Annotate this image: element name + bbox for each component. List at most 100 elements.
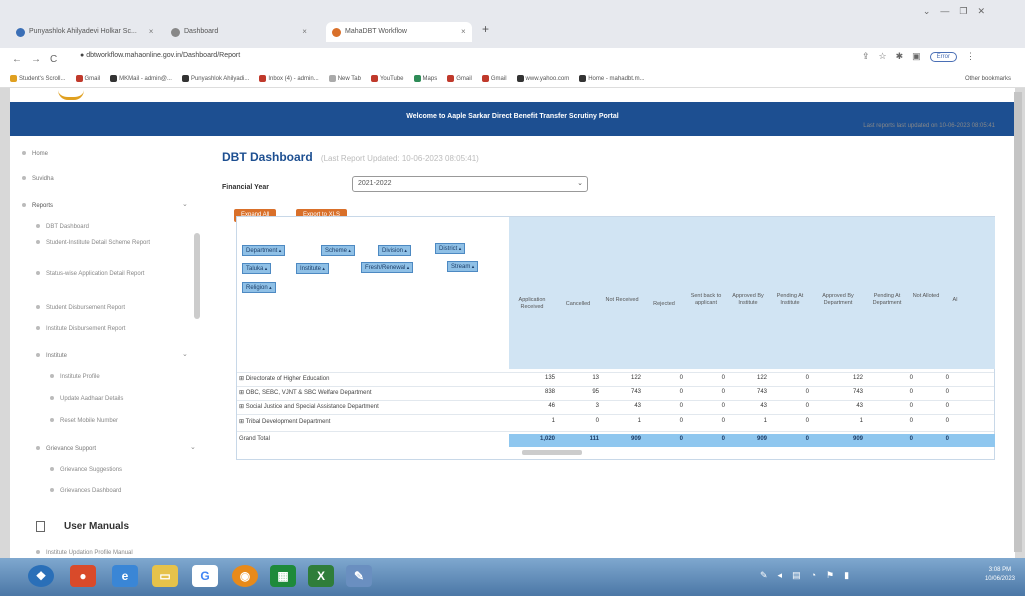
star-icon[interactable]: ☆ bbox=[879, 51, 887, 62]
bookmark-item[interactable]: Gmail bbox=[447, 74, 472, 82]
pen-icon[interactable]: ✎ bbox=[760, 570, 768, 581]
tab-3[interactable]: MahaDBT Workflow × bbox=[326, 22, 472, 42]
field-chip-division[interactable]: Division bbox=[378, 245, 411, 256]
field-chip-department[interactable]: Department bbox=[242, 245, 286, 256]
bookmark-item[interactable]: Student's Scroll... bbox=[10, 74, 66, 82]
column-header[interactable]: Sent back to applicant bbox=[685, 293, 727, 307]
bookmark-item[interactable]: MKMail - admin@... bbox=[110, 74, 172, 82]
field-chip-religion[interactable]: Religion bbox=[242, 282, 276, 293]
battery-icon[interactable]: ▮ bbox=[844, 570, 849, 581]
network-icon[interactable]: ▤ bbox=[792, 570, 801, 581]
bookmark-item[interactable]: www.yahoo.com bbox=[516, 74, 569, 82]
minimize-icon[interactable]: — bbox=[940, 6, 949, 17]
sidebar-item-dbt-dashboard[interactable]: DBT Dashboard bbox=[36, 223, 176, 232]
chevron-down-icon[interactable]: ⌄ bbox=[182, 350, 188, 358]
bookmark-item[interactable]: Gmail bbox=[75, 74, 100, 82]
chrome-icon[interactable]: G bbox=[192, 565, 218, 587]
field-chip-scheme[interactable]: Scheme bbox=[321, 245, 355, 256]
sidebar-item-reports[interactable]: Reports bbox=[22, 202, 53, 211]
profile-button[interactable]: Error bbox=[929, 51, 957, 62]
new-tab-icon[interactable]: + bbox=[482, 22, 489, 36]
user-manuals-heading[interactable]: User Manuals bbox=[64, 521, 129, 532]
tab-2[interactable]: Dashboard × bbox=[165, 22, 313, 42]
chevron-down-icon[interactable]: ⌄ bbox=[182, 200, 188, 208]
close-tab-icon[interactable]: × bbox=[149, 22, 154, 42]
column-header[interactable]: Not Alloted bbox=[911, 293, 941, 300]
financial-year-select[interactable]: 2021-2022 ⌄ bbox=[352, 176, 588, 192]
home-icon bbox=[22, 151, 26, 156]
internet-explorer-icon[interactable]: e bbox=[112, 565, 138, 587]
bookmark-item[interactable]: Maps bbox=[413, 74, 437, 82]
sidebar-item-home[interactable]: Home bbox=[22, 150, 48, 159]
column-header[interactable]: Al bbox=[945, 297, 965, 304]
media-player-icon[interactable]: ● bbox=[70, 565, 96, 587]
row-label-tribal-development[interactable]: ⊞ Tribal Development Department bbox=[239, 418, 330, 425]
row-label-obc-department[interactable]: ⊞ OBC, SEBC, VJNT & SBC Welfare Departme… bbox=[239, 389, 372, 396]
folder-icon[interactable]: ▭ bbox=[152, 565, 178, 587]
volume-icon[interactable]: ◔ bbox=[811, 570, 816, 581]
sidebar-item-institute-disbursement[interactable]: Institute Disbursement Report bbox=[36, 325, 125, 334]
reload-icon[interactable]: C bbox=[50, 54, 57, 65]
column-header[interactable]: Approved By Institute bbox=[727, 293, 769, 307]
sidebar-item-grievances-dashboard[interactable]: Grievances Dashboard bbox=[50, 487, 121, 496]
field-chip-fresh-renewal[interactable]: Fresh/Renewal bbox=[361, 262, 414, 273]
sidebar-item-suvidha[interactable]: Suvidha bbox=[22, 175, 54, 184]
start-button-icon[interactable]: ❖ bbox=[28, 565, 54, 587]
sidebar-item-grievance-suggestions[interactable]: Grievance Suggestions bbox=[50, 466, 122, 475]
notepad-icon[interactable]: ✎ bbox=[346, 565, 372, 587]
extensions-icon[interactable]: ✱ bbox=[896, 51, 904, 62]
field-chip-district[interactable]: District bbox=[435, 243, 466, 254]
page-scrollbar[interactable] bbox=[1014, 92, 1022, 552]
column-header[interactable]: Not Received bbox=[601, 297, 643, 304]
sidebar-scrollbar[interactable] bbox=[194, 233, 200, 319]
gem-icon[interactable]: ▦ bbox=[270, 565, 296, 587]
arrow-icon[interactable]: ◂ bbox=[778, 570, 783, 581]
taskbar-clock[interactable]: 3:08 PM 10/06/2023 bbox=[985, 566, 1015, 584]
bookmark-item[interactable]: Punyashlok Ahilyadi... bbox=[181, 74, 249, 82]
maximize-icon[interactable]: ❐ bbox=[959, 6, 967, 17]
excel-icon[interactable]: X bbox=[308, 565, 334, 587]
field-chip-institute[interactable]: Institute bbox=[296, 263, 329, 274]
column-header[interactable]: Application Received bbox=[511, 297, 553, 311]
url-field[interactable]: ● dbtworkflow.mahaonline.gov.in/Dashboar… bbox=[80, 52, 240, 59]
chevron-down-icon[interactable]: ⌄ bbox=[190, 443, 196, 451]
portal-logo bbox=[58, 90, 84, 100]
column-header[interactable]: Pending At Department bbox=[865, 293, 909, 307]
bookmark-item[interactable]: Home - mahadbt.m... bbox=[579, 74, 645, 82]
bookmark-item[interactable]: New Tab bbox=[328, 74, 361, 82]
other-bookmarks[interactable]: Other bookmarks bbox=[965, 76, 1011, 82]
column-header[interactable]: Pending At Institute bbox=[769, 293, 811, 307]
sidepanel-icon[interactable]: ▣ bbox=[912, 51, 921, 62]
sidebar-item-institute[interactable]: Institute bbox=[36, 352, 67, 361]
share-icon[interactable]: ⇪ bbox=[862, 51, 870, 62]
menu-icon[interactable]: ⋮ bbox=[966, 51, 975, 62]
sidebar-item-manual[interactable]: Institute Updation Profile Manual bbox=[36, 549, 133, 558]
sidebar-item-student-disbursement[interactable]: Student Disbursement Report bbox=[36, 304, 125, 313]
chevron-down-icon[interactable]: ⌄ bbox=[923, 6, 931, 17]
sidebar-item-student-institute-report[interactable]: Student-Institute Detail Scheme Report bbox=[36, 239, 181, 248]
forward-icon[interactable]: → bbox=[31, 54, 41, 65]
app-icon[interactable]: ◉ bbox=[232, 565, 258, 587]
row-label-higher-education[interactable]: ⊞ Directorate of Higher Education bbox=[239, 375, 329, 382]
column-header[interactable]: Cancelled bbox=[557, 301, 599, 308]
close-tab-icon[interactable]: × bbox=[461, 22, 466, 42]
back-icon[interactable]: ← bbox=[12, 54, 22, 65]
column-header[interactable]: Approved By Department bbox=[813, 293, 863, 307]
field-chip-taluka[interactable]: Taluka bbox=[242, 263, 272, 274]
tab-1[interactable]: Punyashlok Ahilyadevi Holkar Sc... × bbox=[10, 22, 159, 42]
field-chip-stream[interactable]: Stream bbox=[447, 261, 479, 272]
flag-icon[interactable]: ⚑ bbox=[826, 570, 834, 581]
sidebar-item-institute-profile[interactable]: Institute Profile bbox=[50, 373, 100, 382]
bookmark-item[interactable]: Inbox (4) - admin... bbox=[259, 74, 319, 82]
sidebar-item-status-wise-report[interactable]: Status-wise Application Detail Report bbox=[36, 270, 186, 279]
sidebar-item-update-aadhaar[interactable]: Update Aadhaar Details bbox=[50, 395, 123, 404]
close-window-icon[interactable]: ✕ bbox=[977, 6, 985, 17]
bookmark-item[interactable]: Gmail bbox=[481, 74, 507, 82]
close-tab-icon[interactable]: × bbox=[302, 22, 307, 42]
horizontal-scrollbar[interactable] bbox=[522, 450, 582, 455]
sidebar-item-grievance[interactable]: Grievance Support bbox=[36, 445, 96, 454]
sidebar-item-reset-mobile[interactable]: Reset Mobile Number bbox=[50, 417, 118, 426]
bookmark-item[interactable]: YouTube bbox=[370, 74, 404, 82]
column-header[interactable]: Rejected bbox=[643, 301, 685, 308]
row-label-social-justice[interactable]: ⊞ Social Justice and Special Assistance … bbox=[239, 403, 379, 410]
